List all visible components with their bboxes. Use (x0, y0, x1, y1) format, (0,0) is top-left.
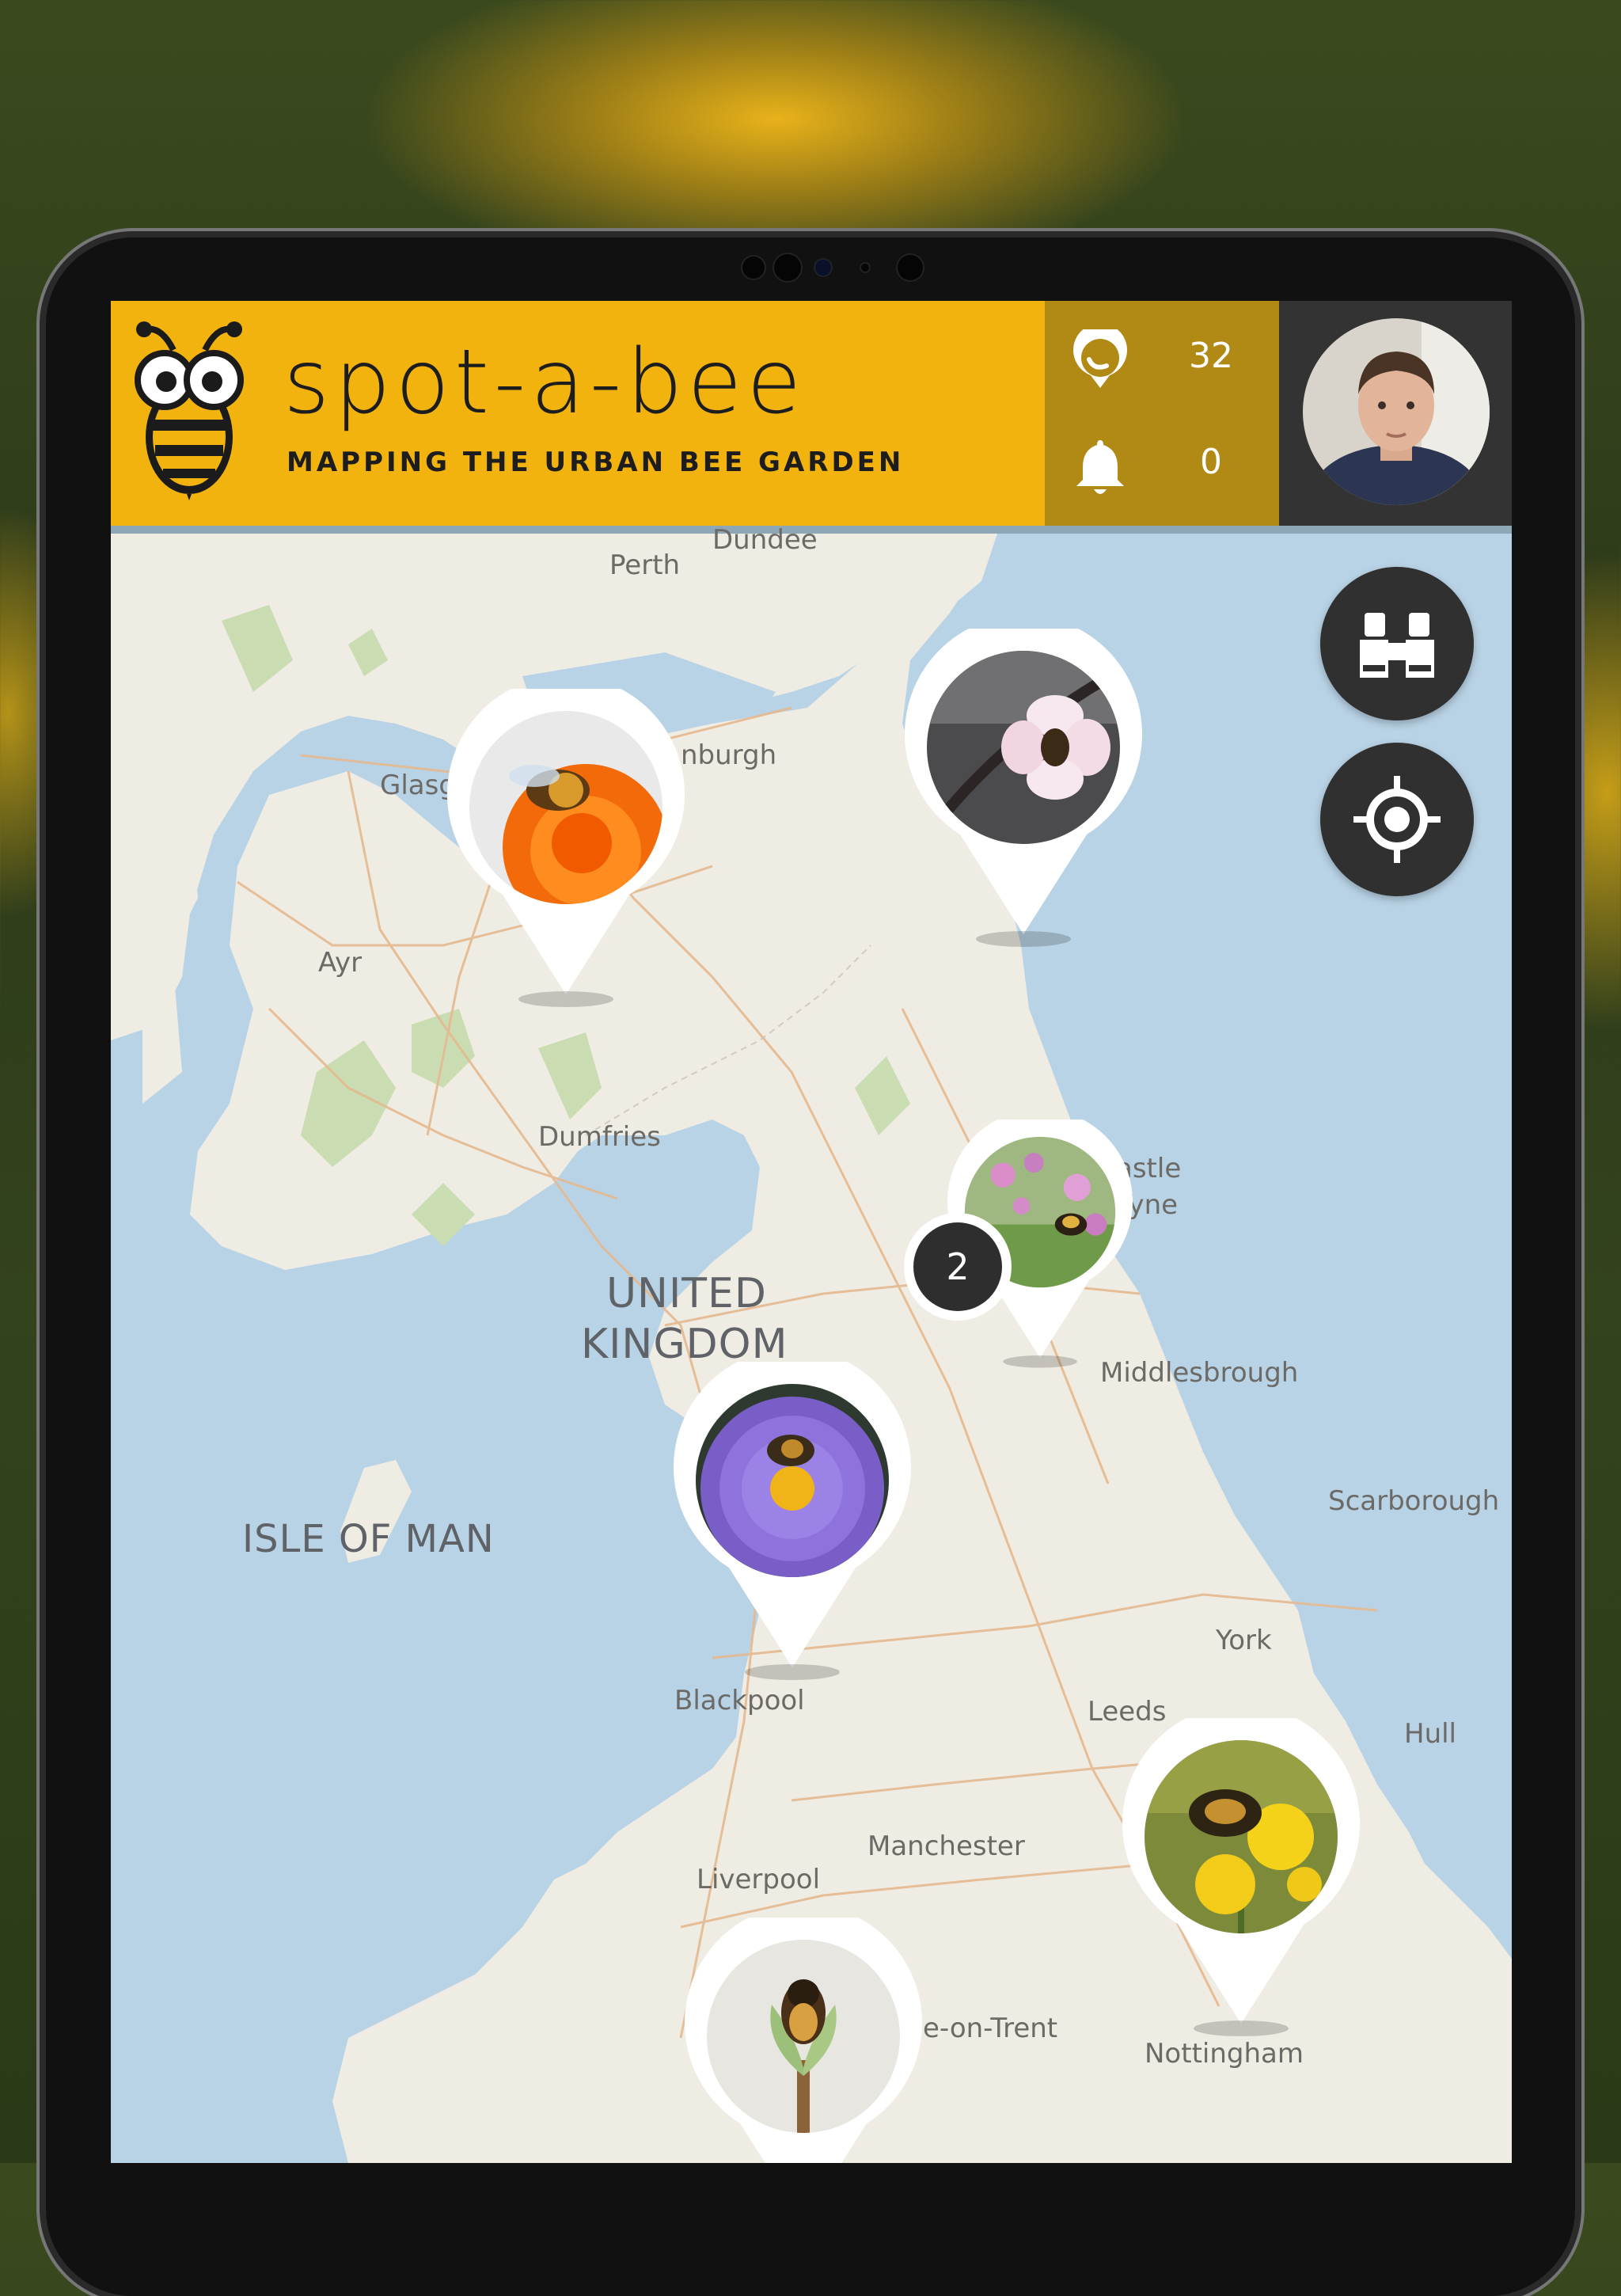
bee-sighting-pin[interactable] (685, 1904, 922, 2163)
user-avatar[interactable] (1303, 318, 1490, 505)
bee-photo-orange-flower (447, 675, 685, 994)
app-header: spot-a-bee MAPPING THE URBAN BEE GARDEN … (111, 301, 1512, 534)
place-label: e-on-Trent (923, 2013, 1058, 2044)
app-subtitle: MAPPING THE URBAN BEE GARDEN (287, 447, 905, 478)
place-label: Liverpool (697, 1864, 821, 1895)
sensor-dot (742, 257, 765, 279)
bell-icon (1076, 440, 1124, 494)
profile-panel[interactable] (1279, 301, 1512, 527)
pin-shadow (518, 991, 613, 1007)
app-title: spot-a-bee (283, 331, 807, 434)
place-label: Ayr (318, 947, 363, 979)
sighting-pin-icon (1073, 329, 1127, 388)
sensor-dot (861, 264, 869, 272)
place-label: Dundee (712, 524, 818, 556)
sensor-dot (898, 255, 923, 280)
bee-photo-yellow-flowers (1122, 1705, 1360, 2024)
place-label: ISLE OF MAN (242, 1517, 495, 1561)
bee-photo-purple-aster (674, 1348, 911, 1667)
brand-banner: spot-a-bee MAPPING THE URBAN BEE GARDEN (111, 301, 1045, 527)
front-camera (815, 260, 831, 276)
pin-shadow (1003, 1355, 1077, 1368)
map-view[interactable]: Dundee Perth nburgh Glasg Ayr Dumfries a… (111, 524, 1512, 2163)
place-label: Manchester (867, 1830, 1025, 1862)
sightings-stat[interactable]: 32 (1045, 314, 1279, 401)
place-label: Scarborough (1328, 1485, 1500, 1517)
camera-bar (742, 252, 980, 281)
place-label: Perth (609, 549, 681, 581)
notifications-stat[interactable]: 0 (1045, 420, 1279, 507)
country-label: UNITED (606, 1270, 767, 1317)
pin-shadow (1194, 2020, 1289, 2036)
bee-sighting-pin[interactable] (674, 1348, 911, 1694)
bee-sighting-pin[interactable] (905, 615, 1142, 961)
cluster-count: 2 (913, 1222, 1002, 1311)
pin-shadow (745, 1664, 840, 1680)
bee-sighting-pin[interactable] (447, 675, 685, 1021)
binoculars-icon (1360, 613, 1434, 678)
bee-sighting-pin[interactable] (1122, 1705, 1360, 2051)
pin-shadow (976, 931, 1071, 947)
stats-panel: 32 0 (1045, 301, 1279, 527)
country-label: KINGDOM (581, 1321, 788, 1368)
place-label: nburgh (681, 739, 777, 771)
sightings-count: 32 (1189, 336, 1233, 376)
notifications-count: 0 (1200, 442, 1222, 482)
bee-photo-blossom (905, 615, 1142, 934)
place-label: York (1216, 1625, 1272, 1656)
explore-button[interactable] (1320, 567, 1474, 720)
app-screen: spot-a-bee MAPPING THE URBAN BEE GARDEN … (111, 301, 1512, 2163)
cluster-marker[interactable]: 2 (904, 1213, 1012, 1321)
bee-logo-icon (135, 321, 244, 500)
crosshair-locate-icon (1353, 776, 1441, 863)
sensor-dot (774, 254, 801, 281)
place-label: Dumfries (538, 1121, 661, 1153)
place-label: Hull (1404, 1718, 1457, 1750)
place-label: Glasg (380, 770, 456, 801)
locate-button[interactable] (1320, 743, 1474, 896)
bee-photo-bud (685, 1904, 922, 2163)
